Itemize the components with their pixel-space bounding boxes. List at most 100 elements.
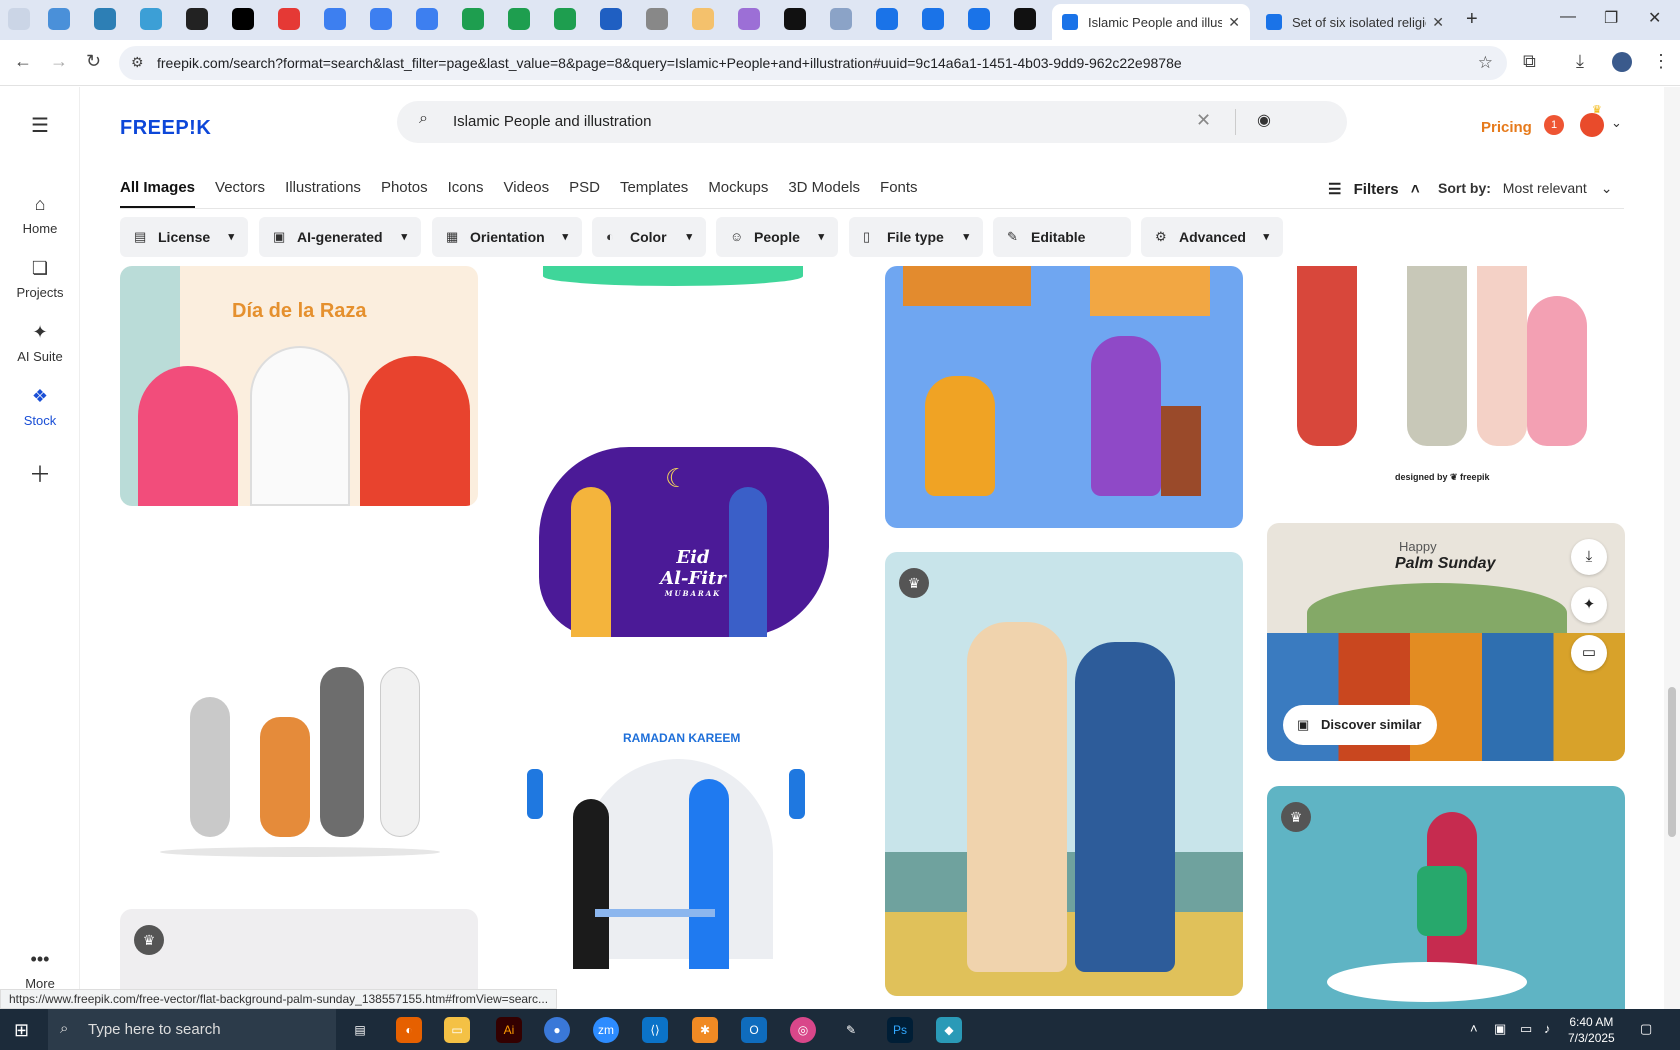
minimize-icon[interactable]: — bbox=[1560, 8, 1576, 26]
pinned-tab[interactable] bbox=[416, 8, 438, 30]
add-icon[interactable]: ＋ bbox=[0, 457, 80, 489]
tab-psd[interactable]: PSD bbox=[569, 179, 600, 208]
search-bar[interactable]: ⌕ Islamic People and illustration ✕ ◉ bbox=[397, 101, 1347, 143]
chip-license[interactable]: ▤ License ▾ bbox=[120, 217, 248, 257]
extensions-icon[interactable]: ⧉ bbox=[1523, 51, 1536, 72]
outlook-icon[interactable]: O bbox=[741, 1017, 767, 1043]
chrome-icon[interactable]: ● bbox=[544, 1017, 570, 1043]
chip-people[interactable]: ☺ People ▾ bbox=[716, 217, 838, 257]
site-info-icon[interactable]: ⚙ bbox=[131, 54, 144, 71]
download-icon[interactable]: ⤓ bbox=[1571, 539, 1607, 575]
reload-icon[interactable]: ↻ bbox=[86, 51, 101, 72]
tab-mockups[interactable]: Mockups bbox=[708, 179, 768, 208]
new-tab-button[interactable]: + bbox=[1466, 8, 1478, 31]
notification-badge[interactable]: 1 bbox=[1544, 115, 1564, 135]
pinned-tab[interactable] bbox=[140, 8, 162, 30]
xampp-icon[interactable]: ✱ bbox=[692, 1017, 718, 1043]
rail-ai-suite[interactable]: ✦ AI Suite bbox=[0, 322, 80, 364]
battery-icon[interactable]: ▭ bbox=[1520, 1021, 1532, 1037]
tab-vectors[interactable]: Vectors bbox=[215, 179, 265, 208]
pinned-tab[interactable] bbox=[370, 8, 392, 30]
bookmark-star-icon[interactable]: ☆ bbox=[1478, 53, 1493, 73]
pinned-tab[interactable] bbox=[692, 8, 714, 30]
file-explorer-icon[interactable]: ▭ bbox=[444, 1017, 470, 1043]
tab-3d-models[interactable]: 3D Models bbox=[788, 179, 860, 208]
taskbar-search[interactable]: ⌕ Type here to search bbox=[48, 1009, 336, 1050]
rail-stock[interactable]: ❖ Stock bbox=[0, 386, 80, 428]
camera-search-icon[interactable]: ◉ bbox=[1257, 110, 1271, 130]
maximize-icon[interactable]: ❐ bbox=[1604, 8, 1618, 28]
clear-search-icon[interactable]: ✕ bbox=[1196, 110, 1211, 131]
chevron-down-icon[interactable]: ⌄ bbox=[1611, 115, 1622, 131]
chip-orientation[interactable]: ▦ Orientation ▾ bbox=[432, 217, 582, 257]
sort-dropdown[interactable]: Sort by: Most relevant ⌄ bbox=[1438, 180, 1612, 197]
tab-list-button[interactable] bbox=[8, 8, 30, 30]
pinned-tab[interactable] bbox=[324, 8, 346, 30]
vscode-icon[interactable]: ⟨⟩ bbox=[642, 1017, 668, 1043]
close-tab-icon[interactable]: ✕ bbox=[1228, 14, 1240, 31]
tab-islamic-people[interactable]: Islamic People and illustra ✕ bbox=[1052, 4, 1250, 40]
firefox-icon[interactable]: ◐ bbox=[396, 1017, 422, 1043]
download-icon[interactable]: ⤓ bbox=[1576, 51, 1584, 72]
volume-icon[interactable]: ♪ bbox=[1544, 1021, 1551, 1036]
pinned-tab[interactable] bbox=[232, 8, 254, 30]
pinned-tab[interactable] bbox=[600, 8, 622, 30]
chip-editable-online[interactable]: ✎Editable online bbox=[993, 217, 1131, 285]
image-card-eid-al-fitr[interactable]: ☾ Eid Al-Fitr MUBARAK bbox=[503, 427, 851, 657]
pinned-tab[interactable] bbox=[1014, 8, 1036, 30]
filters-button[interactable]: ☰ Filters ˄ bbox=[1328, 180, 1420, 198]
address-bar[interactable]: ⚙ freepik.com/search?format=search&last_… bbox=[119, 46, 1507, 80]
ai-edit-icon[interactable]: ✦ bbox=[1571, 587, 1607, 623]
illustrator-icon[interactable]: Ai bbox=[496, 1017, 522, 1043]
pinned-tab[interactable] bbox=[922, 8, 944, 30]
rail-home[interactable]: ⌂ Home bbox=[0, 194, 80, 236]
pricing-link[interactable]: Pricing bbox=[1481, 119, 1532, 136]
rail-projects[interactable]: ❏ Projects bbox=[0, 258, 80, 300]
tab-templates[interactable]: Templates bbox=[620, 179, 688, 208]
image-card-praying-couple[interactable]: ♛ bbox=[885, 552, 1243, 996]
creative-cloud-icon[interactable]: ◎ bbox=[790, 1017, 816, 1043]
freepik-logo[interactable]: FREEP!K bbox=[120, 117, 211, 140]
windows-start-icon[interactable]: ⊞ bbox=[14, 1020, 29, 1041]
clock[interactable]: 6:40 AM 7/3/2025 bbox=[1568, 1014, 1615, 1046]
tab-all-images[interactable]: All Images bbox=[120, 179, 196, 208]
tab-photos[interactable]: Photos bbox=[381, 179, 428, 208]
menu-icon[interactable]: ☰ bbox=[0, 113, 80, 138]
tab-icons[interactable]: Icons bbox=[448, 179, 484, 208]
task-view-icon[interactable]: ▤ bbox=[347, 1017, 373, 1043]
tab-illustrations[interactable]: Illustrations bbox=[285, 179, 361, 208]
zoom-icon[interactable]: zm bbox=[593, 1017, 619, 1043]
close-tab-icon[interactable]: ✕ bbox=[1432, 14, 1444, 31]
pinned-tab[interactable] bbox=[554, 8, 576, 30]
image-card-prayer[interactable] bbox=[885, 266, 1243, 528]
network-icon[interactable]: ▣ bbox=[1494, 1021, 1506, 1037]
chip-ai-generated[interactable]: ▣ AI-generated ▾ bbox=[259, 217, 421, 257]
search-input[interactable]: Islamic People and illustration bbox=[453, 113, 651, 130]
image-card-partial-top[interactable] bbox=[503, 266, 851, 296]
pinned-tab[interactable] bbox=[94, 8, 116, 30]
tray-chevron-icon[interactable]: ˄ bbox=[1470, 1021, 1478, 1036]
photoshop-icon[interactable]: Ps bbox=[887, 1017, 913, 1043]
pinned-tab[interactable] bbox=[738, 8, 760, 30]
back-icon[interactable]: ← bbox=[14, 51, 32, 72]
pinned-tab[interactable] bbox=[784, 8, 806, 30]
profile-avatar[interactable] bbox=[1612, 52, 1632, 72]
chip-advanced[interactable]: ⚙ Advanced ▾ bbox=[1141, 217, 1283, 257]
chip-file-type[interactable]: ▯ File type ▾ bbox=[849, 217, 983, 257]
forward-icon[interactable]: → bbox=[50, 51, 68, 72]
tab-videos[interactable]: Videos bbox=[504, 179, 550, 208]
save-to-folder-icon[interactable]: ▭ bbox=[1571, 635, 1607, 671]
scrollbar-thumb[interactable] bbox=[1668, 687, 1676, 837]
discover-similar-button[interactable]: ▣ Discover similar bbox=[1283, 705, 1438, 745]
tab-set-of-six[interactable]: Set of six isolated religio ✕ bbox=[1256, 4, 1454, 40]
pinned-tab[interactable] bbox=[508, 8, 530, 30]
page-scrollbar[interactable] bbox=[1664, 87, 1680, 1009]
pen-tool-icon[interactable]: ✎ bbox=[838, 1017, 864, 1043]
image-card-woman-walking[interactable]: ♛ bbox=[1267, 786, 1625, 1009]
image-card-office-team[interactable] bbox=[120, 627, 478, 867]
image-card-dia-de-la-raza[interactable]: Día de la Raza bbox=[120, 266, 478, 506]
pinned-tab[interactable] bbox=[186, 8, 208, 30]
tab-fonts[interactable]: Fonts bbox=[880, 179, 918, 208]
pinned-tab[interactable] bbox=[830, 8, 852, 30]
window-close-icon[interactable]: ✕ bbox=[1648, 8, 1661, 28]
